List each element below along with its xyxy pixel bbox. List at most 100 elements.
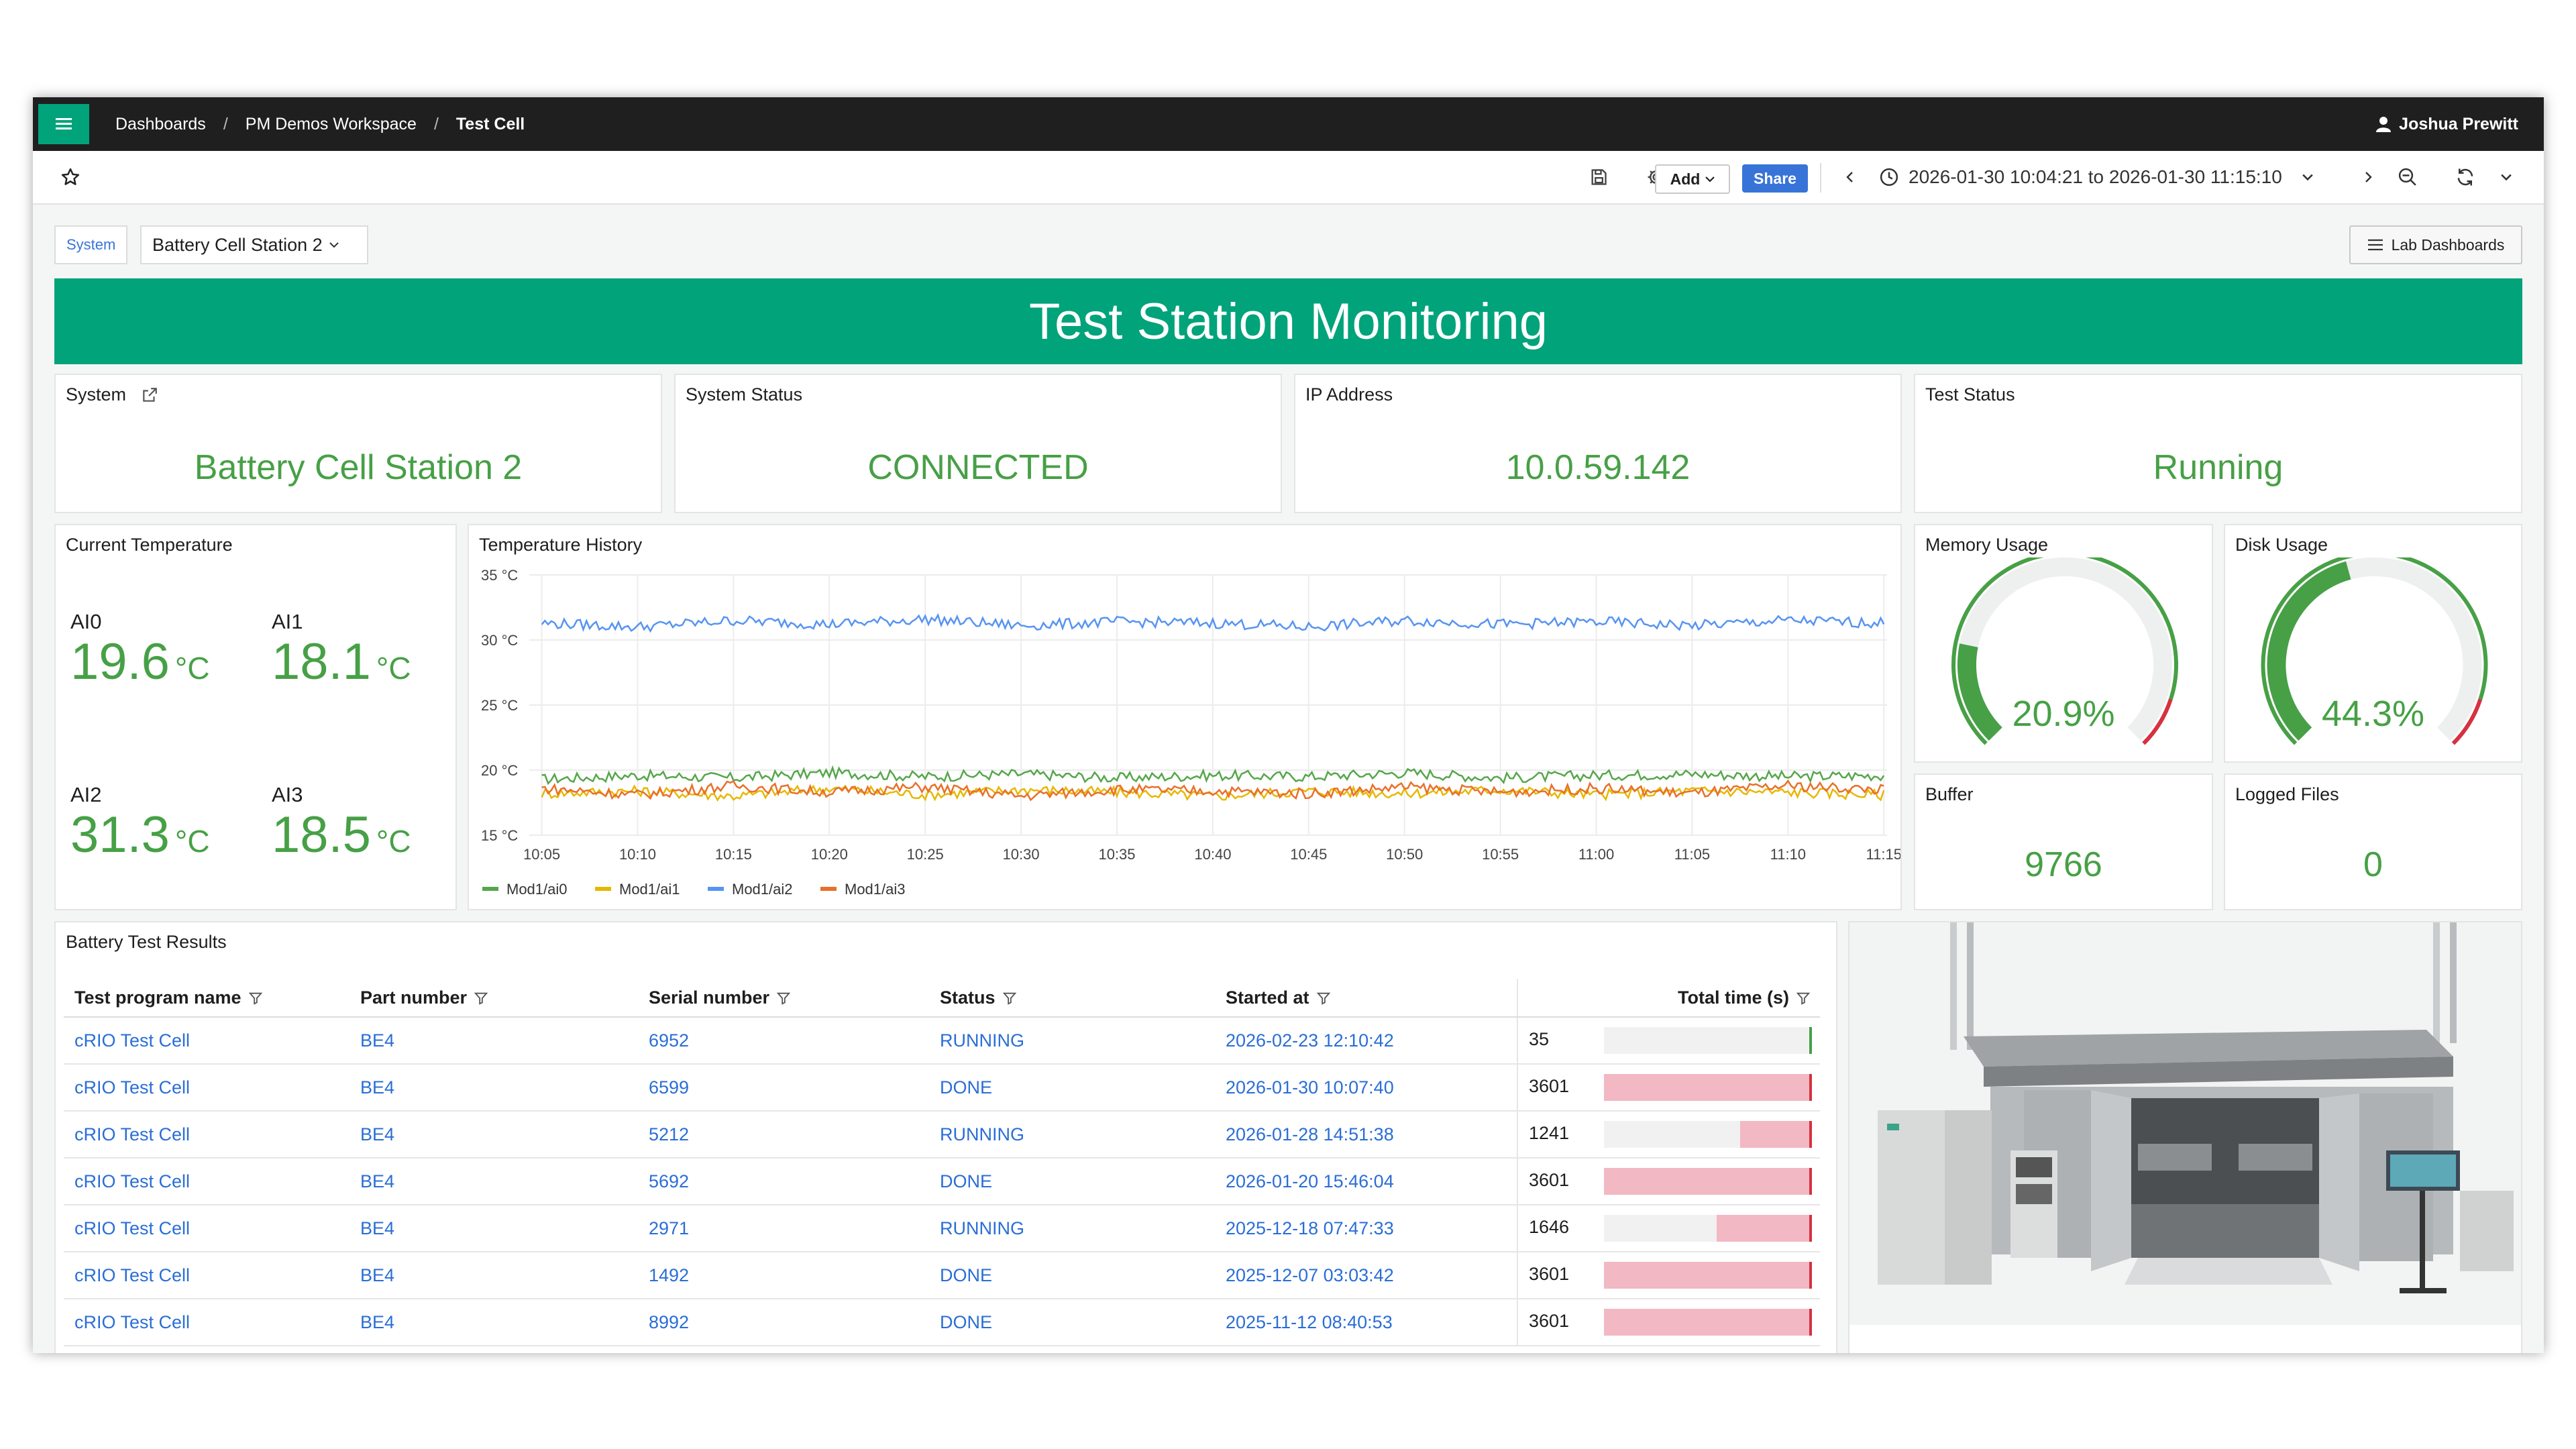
x-tick-label: 11:15 (1866, 846, 1900, 863)
cell-part-number[interactable]: BE4 (350, 1299, 638, 1346)
cell-serial-number[interactable]: 5692 (638, 1158, 929, 1205)
cell-serial-number[interactable]: 2971 (638, 1205, 929, 1252)
column-header[interactable]: Total time (s) (1517, 979, 1820, 1018)
breadcrumb-workspace[interactable]: PM Demos Workspace (246, 115, 417, 134)
cell-status[interactable]: DONE (929, 1158, 1215, 1205)
filter-icon[interactable] (248, 991, 263, 1006)
menu-button[interactable] (38, 104, 89, 144)
system-variable-value: Battery Cell Station 2 (152, 234, 323, 255)
breadcrumb-separator: / (433, 114, 439, 133)
column-header[interactable]: Started at (1215, 979, 1517, 1018)
cell-status[interactable]: DONE (929, 1064, 1215, 1112)
cell-part-number[interactable]: BE4 (350, 1205, 638, 1252)
legend-label[interactable]: Mod1/ai1 (619, 881, 680, 898)
column-header[interactable]: Status (929, 979, 1215, 1018)
filter-icon[interactable] (1796, 991, 1811, 1006)
favorite-star-button[interactable] (57, 151, 84, 203)
cell-status[interactable]: RUNNING (929, 1017, 1215, 1065)
x-tick-label: 10:40 (1194, 846, 1231, 863)
column-header[interactable]: Test program name (64, 979, 350, 1018)
total-time-bar-fill (1604, 1074, 1812, 1101)
table-row: cRIO Test Cell BE4 5692 DONE 2026-01-20 15:4… (64, 1158, 1820, 1205)
time-range-picker[interactable]: 2026-01-30 10:04:21 to 2026-01-30 11:15:… (1879, 151, 2313, 203)
buffer-title: Buffer (1925, 784, 1974, 804)
table-row: cRIO Test Cell BE4 6952 RUNNING 2026-02-23 1… (64, 1017, 1820, 1065)
cell-program-name[interactable]: cRIO Test Cell (64, 1252, 350, 1299)
filter-icon[interactable] (1316, 991, 1331, 1006)
external-link-icon[interactable] (141, 386, 158, 404)
cell-serial-number[interactable]: 8992 (638, 1299, 929, 1346)
total-time-bar-fill (1717, 1215, 1812, 1242)
cell-total-time: 1646 (1517, 1205, 1820, 1252)
filter-icon[interactable] (474, 991, 488, 1006)
results-table-body: cRIO Test Cell BE4 6952 RUNNING 2026-02-23 1… (64, 1017, 1820, 1346)
share-button[interactable]: Share (1742, 164, 1808, 193)
x-tick-label: 10:45 (1290, 846, 1327, 863)
cell-started-at[interactable]: 2026-01-28 14:51:38 (1215, 1111, 1517, 1159)
cell-started-at[interactable]: 2026-02-23 12:10:42 (1215, 1017, 1517, 1065)
cell-started-at[interactable]: 2025-12-07 03:03:42 (1215, 1252, 1517, 1299)
save-button[interactable] (1585, 151, 1612, 203)
cell-part-number[interactable]: BE4 (350, 1252, 638, 1299)
cell-status[interactable]: RUNNING (929, 1205, 1215, 1252)
lab-dashboards-button[interactable]: Lab Dashboards (2349, 225, 2522, 264)
filter-icon[interactable] (776, 991, 791, 1006)
x-tick-label: 10:55 (1482, 846, 1519, 863)
cell-part-number[interactable]: BE4 (350, 1111, 638, 1159)
cell-part-number[interactable]: BE4 (350, 1017, 638, 1065)
cell-part-number[interactable]: BE4 (350, 1064, 638, 1112)
cell-started-at[interactable]: 2026-01-20 15:46:04 (1215, 1158, 1517, 1205)
breadcrumb-dashboards[interactable]: Dashboards (115, 115, 206, 134)
table-row: cRIO Test Cell BE4 5212 RUNNING 2026-01-28 1… (64, 1111, 1820, 1159)
cell-started-at[interactable]: 2025-12-18 07:47:33 (1215, 1205, 1517, 1252)
temp-ai3-value: 18.5 (272, 806, 371, 863)
cell-program-name[interactable]: cRIO Test Cell (64, 1299, 350, 1346)
total-time-bar (1604, 1027, 1812, 1054)
add-button[interactable]: Add (1655, 164, 1730, 194)
time-forward-button[interactable] (2358, 151, 2378, 203)
chevron-down-icon (1705, 176, 1715, 182)
system-variable-select[interactable]: Battery Cell Station 2 (140, 225, 368, 264)
column-header[interactable]: Part number (350, 979, 638, 1018)
refresh-button[interactable] (2452, 151, 2479, 203)
time-back-button[interactable] (1840, 151, 1860, 203)
cell-part-number[interactable]: BE4 (350, 1158, 638, 1205)
x-tick-label: 11:00 (1578, 846, 1614, 863)
zoom-out-button[interactable] (2394, 151, 2421, 203)
x-tick-label: 10:50 (1386, 846, 1423, 863)
refresh-interval-dropdown[interactable] (2496, 151, 2516, 203)
cell-serial-number[interactable]: 5212 (638, 1111, 929, 1159)
system-status-panel: System Status CONNECTED (674, 374, 1282, 513)
user-menu[interactable]: Joshua Prewitt (2376, 97, 2518, 151)
temperature-history-title: Temperature History (479, 535, 643, 555)
cell-status[interactable]: DONE (929, 1252, 1215, 1299)
legend-label[interactable]: Mod1/ai3 (845, 881, 906, 898)
total-time-value: 3601 (1529, 1264, 1570, 1285)
table-header-row: Test program name Part number Serial num… (64, 979, 1820, 1018)
temperature-history-chart[interactable]: 15 °C 20 °C 25 °C 30 °C 35 °C 10:05 10:10 10:15… (469, 561, 1900, 910)
filter-icon[interactable] (1002, 991, 1017, 1006)
cell-started-at[interactable]: 2026-01-30 10:07:40 (1215, 1064, 1517, 1112)
legend-label[interactable]: Mod1/ai0 (506, 881, 568, 898)
total-time-value: 1646 (1529, 1217, 1570, 1238)
column-header[interactable]: Serial number (638, 979, 929, 1018)
cell-serial-number[interactable]: 6599 (638, 1064, 929, 1112)
cell-program-name[interactable]: cRIO Test Cell (64, 1017, 350, 1065)
cell-program-name[interactable]: cRIO Test Cell (64, 1205, 350, 1252)
cell-started-at[interactable]: 2025-11-12 08:40:53 (1215, 1299, 1517, 1346)
cell-serial-number[interactable]: 6952 (638, 1017, 929, 1065)
cell-serial-number[interactable]: 1492 (638, 1252, 929, 1299)
list-icon (2367, 239, 2383, 251)
logged-files-title: Logged Files (2235, 784, 2339, 804)
cell-program-name[interactable]: cRIO Test Cell (64, 1158, 350, 1205)
cell-status[interactable]: RUNNING (929, 1111, 1215, 1159)
zoom-out-icon (2398, 168, 2416, 186)
x-tick-label: 10:05 (523, 846, 560, 863)
total-time-bar-fill (1604, 1262, 1812, 1289)
legend-label[interactable]: Mod1/ai2 (732, 881, 793, 898)
cell-program-name[interactable]: cRIO Test Cell (64, 1064, 350, 1112)
logged-files-value: 0 (2363, 845, 2383, 884)
total-time-bar (1604, 1168, 1812, 1195)
cell-status[interactable]: DONE (929, 1299, 1215, 1346)
cell-program-name[interactable]: cRIO Test Cell (64, 1111, 350, 1159)
